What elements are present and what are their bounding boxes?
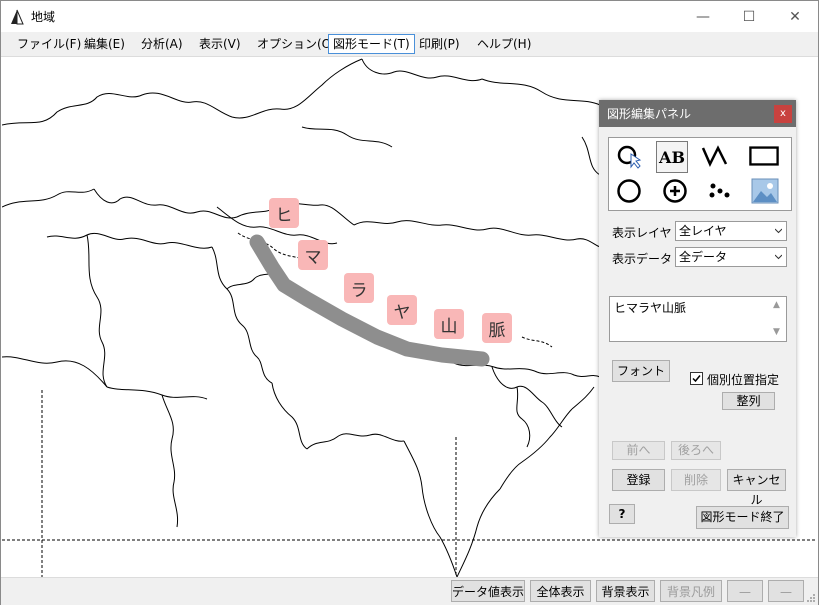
- window-title: 地域: [31, 10, 56, 24]
- exit-shape-mode-button[interactable]: 図形モード終了: [696, 506, 789, 529]
- show-all-button[interactable]: 全体表示: [530, 580, 591, 602]
- points-icon: [709, 183, 730, 198]
- tool-rectangle-button[interactable]: [749, 141, 779, 171]
- layer-select[interactable]: 全レイヤ: [675, 221, 787, 241]
- panel-title-bar[interactable]: 図形編集パネル x: [599, 100, 796, 127]
- close-icon: ✕: [789, 8, 801, 25]
- menu-analysis[interactable]: 分析(A): [137, 35, 187, 53]
- data-label: 表示データ: [612, 252, 673, 266]
- map-label-char[interactable]: 山: [434, 309, 464, 339]
- background-legend-button[interactable]: 背景凡例: [660, 580, 722, 602]
- menu-file[interactable]: ファイル(F): [13, 35, 85, 53]
- app-logo-icon: [11, 9, 24, 25]
- shape-text-input[interactable]: ヒマラヤ山脈 ▲ ▼: [609, 296, 787, 342]
- resize-grip-icon[interactable]: [806, 593, 816, 603]
- shape-text-value: ヒマラヤ山脈: [614, 301, 687, 315]
- map-label-char[interactable]: ヒ: [269, 198, 299, 228]
- map-label-char[interactable]: マ: [298, 240, 328, 270]
- scroll-down-icon[interactable]: ▼: [773, 327, 782, 337]
- menu-help[interactable]: ヘルプ(H): [473, 35, 535, 53]
- maximize-button[interactable]: ☐: [726, 1, 772, 32]
- individual-position-checkbox[interactable]: [690, 372, 703, 385]
- help-button[interactable]: ?: [609, 504, 635, 524]
- show-data-values-button[interactable]: データ値表示: [451, 580, 525, 602]
- chevron-down-icon: [775, 254, 782, 260]
- delete-button[interactable]: 削除: [671, 469, 721, 491]
- data-select-value: 全データ: [679, 250, 728, 264]
- status-extra-button-1[interactable]: —: [727, 580, 763, 602]
- menu-print[interactable]: 印刷(P): [415, 35, 464, 53]
- font-button[interactable]: フォント: [612, 360, 670, 382]
- circle-icon: [617, 179, 641, 203]
- text-ab-icon: AB: [659, 147, 685, 167]
- tool-polyline-button[interactable]: [701, 141, 731, 171]
- map-label-char[interactable]: ラ: [344, 273, 374, 303]
- cancel-button[interactable]: キャンセル: [727, 469, 786, 507]
- tool-lasso-button[interactable]: [614, 141, 644, 171]
- app-window: 地域 — ☐ ✕ ファイル(F) 編集(E) 分析(A) 表示(V) オプション…: [0, 0, 819, 605]
- layer-label: 表示レイヤ: [612, 226, 672, 240]
- map-label-char[interactable]: 脈: [482, 313, 512, 343]
- menu-view[interactable]: 表示(V): [195, 35, 245, 53]
- data-select[interactable]: 全データ: [675, 247, 787, 267]
- status-extra-button-2[interactable]: —: [768, 580, 804, 602]
- tool-image-button[interactable]: [750, 176, 780, 206]
- register-button[interactable]: 登録: [612, 469, 665, 491]
- back-button[interactable]: 後ろへ: [671, 441, 721, 460]
- panel-title: 図形編集パネル: [607, 107, 692, 121]
- menu-options[interactable]: オプション(O): [253, 35, 340, 53]
- tool-palette: AB: [608, 137, 792, 211]
- maximize-icon: ☐: [742, 8, 756, 25]
- lasso-pointer-icon: [617, 145, 642, 169]
- polyline-icon: [701, 145, 728, 167]
- menu-edit[interactable]: 編集(E): [80, 35, 129, 53]
- tool-points-button[interactable]: [704, 176, 734, 206]
- front-button[interactable]: 前へ: [612, 441, 665, 460]
- menu-shape-mode[interactable]: 図形モード(T): [328, 34, 415, 54]
- chevron-down-icon: [775, 228, 782, 234]
- individual-position-label: 個別位置指定: [707, 373, 780, 387]
- tool-text-button[interactable]: AB: [656, 141, 688, 173]
- shape-edit-panel: 図形編集パネル x AB 表示レイヤ 全レイヤ 表示データ 全データ ヒマラヤ山…: [599, 100, 796, 537]
- checkmark-icon: [692, 375, 701, 383]
- close-window-button[interactable]: ✕: [772, 1, 818, 32]
- layer-select-value: 全レイヤ: [679, 224, 727, 238]
- circle-plus-icon: [663, 179, 687, 203]
- map-label-char[interactable]: ヤ: [387, 295, 417, 325]
- panel-close-button[interactable]: x: [774, 105, 792, 123]
- title-bar: 地域 — ☐ ✕: [1, 1, 818, 32]
- minimize-icon: —: [696, 8, 710, 25]
- image-icon: [751, 178, 779, 204]
- rectangle-icon: [749, 146, 779, 166]
- tool-circle-button[interactable]: [614, 176, 644, 206]
- status-bar: データ値表示 全体表示 背景表示 背景凡例 — —: [1, 577, 818, 605]
- menu-bar: ファイル(F) 編集(E) 分析(A) 表示(V) オプション(O) 図形モード…: [1, 32, 818, 57]
- tool-circle-plus-button[interactable]: [660, 176, 690, 206]
- minimize-button[interactable]: —: [680, 1, 726, 32]
- align-button[interactable]: 整列: [722, 392, 775, 410]
- show-background-button[interactable]: 背景表示: [596, 580, 655, 602]
- scroll-up-icon[interactable]: ▲: [773, 300, 782, 310]
